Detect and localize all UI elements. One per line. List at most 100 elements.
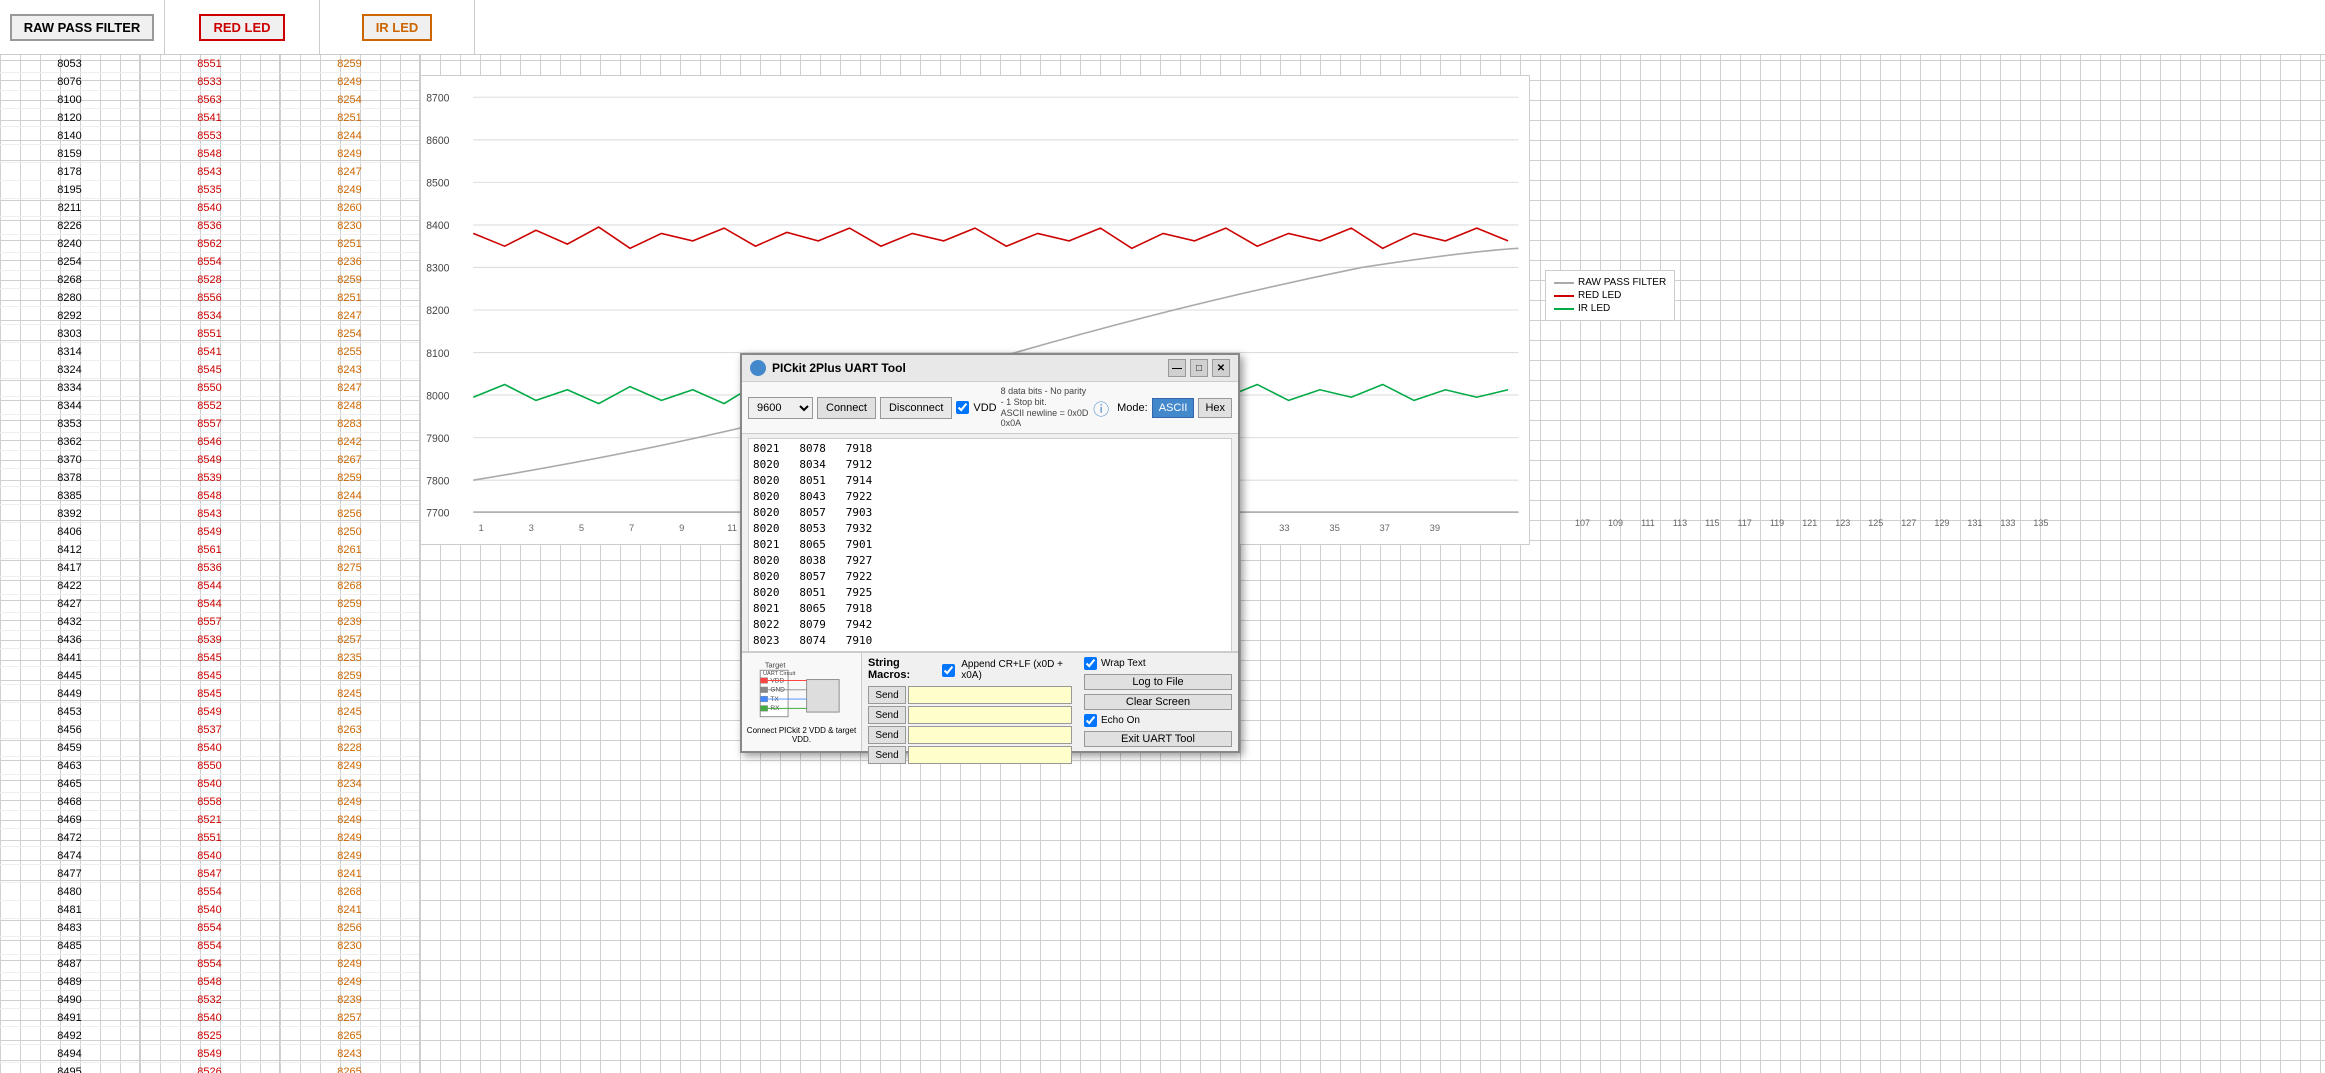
uart-bottom-panel: Target UART Circuit VDD GND TX RX: [742, 651, 1238, 751]
baud-rate-select[interactable]: 9600 115200: [748, 397, 813, 419]
uart-log[interactable]: 8021 8078 79188020 8034 79128020 8051 79…: [748, 438, 1232, 658]
list-item: 8385: [0, 487, 139, 505]
list-item: 8456: [0, 721, 139, 739]
list-item: 8549: [140, 523, 279, 541]
list-item: 8255: [280, 343, 419, 361]
list-item: 8469: [0, 811, 139, 829]
maximize-button[interactable]: □: [1190, 359, 1208, 377]
svg-text:39: 39: [1430, 523, 1440, 534]
uart-log-line: 8020 8043 7922: [753, 489, 1227, 505]
chart-legend: RAW PASS FILTER RED LED IR LED: [1545, 270, 1675, 321]
uart-log-line: 8023 8074 7910: [753, 633, 1227, 649]
list-item: 8436: [0, 631, 139, 649]
list-item: 8256: [280, 505, 419, 523]
list-item: 8453: [0, 703, 139, 721]
list-item: 8551: [140, 55, 279, 73]
minimize-button[interactable]: —: [1168, 359, 1186, 377]
list-item: 8532: [140, 991, 279, 1009]
log-to-file-button[interactable]: Log to File: [1084, 674, 1232, 690]
svg-text:33: 33: [1279, 523, 1289, 534]
list-item: 8540: [140, 901, 279, 919]
list-item: 8554: [140, 253, 279, 271]
svg-text:9: 9: [679, 523, 684, 534]
svg-text:UART Circuit: UART Circuit: [763, 670, 796, 676]
send-input-1[interactable]: [908, 686, 1072, 704]
uart-log-line: 8022 8079 7942: [753, 617, 1227, 633]
legend-raw-label: RAW PASS FILTER: [1578, 277, 1666, 288]
list-item: 8562: [140, 235, 279, 253]
echo-on-checkbox[interactable]: [1084, 714, 1097, 727]
list-item: 8324: [0, 361, 139, 379]
list-item: 8536: [140, 559, 279, 577]
vdd-label: VDD: [973, 402, 996, 414]
list-item: 8250: [280, 523, 419, 541]
clear-screen-button[interactable]: Clear Screen: [1084, 694, 1232, 710]
uart-log-line: 8021 8078 7918: [753, 441, 1227, 457]
list-item: 8249: [280, 73, 419, 91]
hex-mode-button[interactable]: Hex: [1198, 398, 1232, 418]
send-input-2[interactable]: [908, 706, 1072, 724]
send-input-3[interactable]: [908, 726, 1072, 744]
send-row-1: Send: [868, 686, 1072, 704]
close-button[interactable]: ✕: [1212, 359, 1230, 377]
list-item: 8249: [280, 757, 419, 775]
list-item: 8525: [140, 1027, 279, 1045]
list-item: 8528: [140, 271, 279, 289]
list-item: 8540: [140, 199, 279, 217]
list-item: 8178: [0, 163, 139, 181]
list-item: 8534: [140, 307, 279, 325]
list-item: 8445: [0, 667, 139, 685]
connect-button[interactable]: Connect: [817, 397, 876, 419]
data-area: 8053807681008120814081598178819582118226…: [0, 55, 420, 1073]
vdd-checkbox[interactable]: [956, 401, 969, 414]
legend-ir: IR LED: [1554, 303, 1666, 314]
legend-raw-line: [1554, 282, 1574, 284]
exit-uart-button[interactable]: Exit UART Tool: [1084, 731, 1232, 747]
list-item: 8100: [0, 91, 139, 109]
uart-log-line: 8020 8034 7912: [753, 457, 1227, 473]
send-button-3[interactable]: Send: [868, 726, 906, 744]
list-item: 8268: [280, 883, 419, 901]
list-item: 8159: [0, 145, 139, 163]
list-item: 8483: [0, 919, 139, 937]
list-item: 8427: [0, 595, 139, 613]
list-item: 8526: [140, 1063, 279, 1073]
macros-title: String Macros:: [868, 657, 936, 681]
svg-text:1: 1: [478, 523, 483, 534]
list-item: 8249: [280, 829, 419, 847]
append-crlf-checkbox[interactable]: [942, 664, 955, 677]
list-item: 8314: [0, 343, 139, 361]
wrap-text-checkbox[interactable]: [1084, 657, 1097, 670]
wrap-text-label: Wrap Text: [1101, 658, 1146, 669]
uart-log-line: 8020 8038 7927: [753, 553, 1227, 569]
legend-raw: RAW PASS FILTER: [1554, 277, 1666, 288]
uart-log-line: 8020 8053 7932: [753, 521, 1227, 537]
send-button-4[interactable]: Send: [868, 746, 906, 764]
uart-log-line: 8021 8065 7901: [753, 537, 1227, 553]
list-item: 8549: [140, 1045, 279, 1063]
list-item: 8417: [0, 559, 139, 577]
raw-pass-filter-label: RAW PASS FILTER: [10, 14, 155, 41]
list-item: 8545: [140, 361, 279, 379]
list-item: 8552: [140, 397, 279, 415]
list-item: 8477: [0, 865, 139, 883]
send-button-2[interactable]: Send: [868, 706, 906, 724]
list-item: 8563: [140, 91, 279, 109]
list-item: 8353: [0, 415, 139, 433]
send-input-4[interactable]: [908, 746, 1072, 764]
list-item: 8465: [0, 775, 139, 793]
send-button-1[interactable]: Send: [868, 686, 906, 704]
list-item: 8494: [0, 1045, 139, 1063]
disconnect-button[interactable]: Disconnect: [880, 397, 952, 419]
legend-ir-line: [1554, 308, 1574, 310]
list-item: 8545: [140, 667, 279, 685]
uart-circuit: Target UART Circuit VDD GND TX RX: [742, 653, 862, 751]
list-item: 8495: [0, 1063, 139, 1073]
col3-data: 8259824982548251824482498247824982608230…: [280, 55, 420, 1073]
list-item: 8557: [140, 613, 279, 631]
list-item: 8541: [140, 343, 279, 361]
ascii-mode-button[interactable]: ASCII: [1152, 398, 1195, 418]
list-item: 8254: [0, 253, 139, 271]
svg-text:35: 35: [1329, 523, 1339, 534]
help-icon[interactable]: ⓘ: [1093, 396, 1109, 420]
